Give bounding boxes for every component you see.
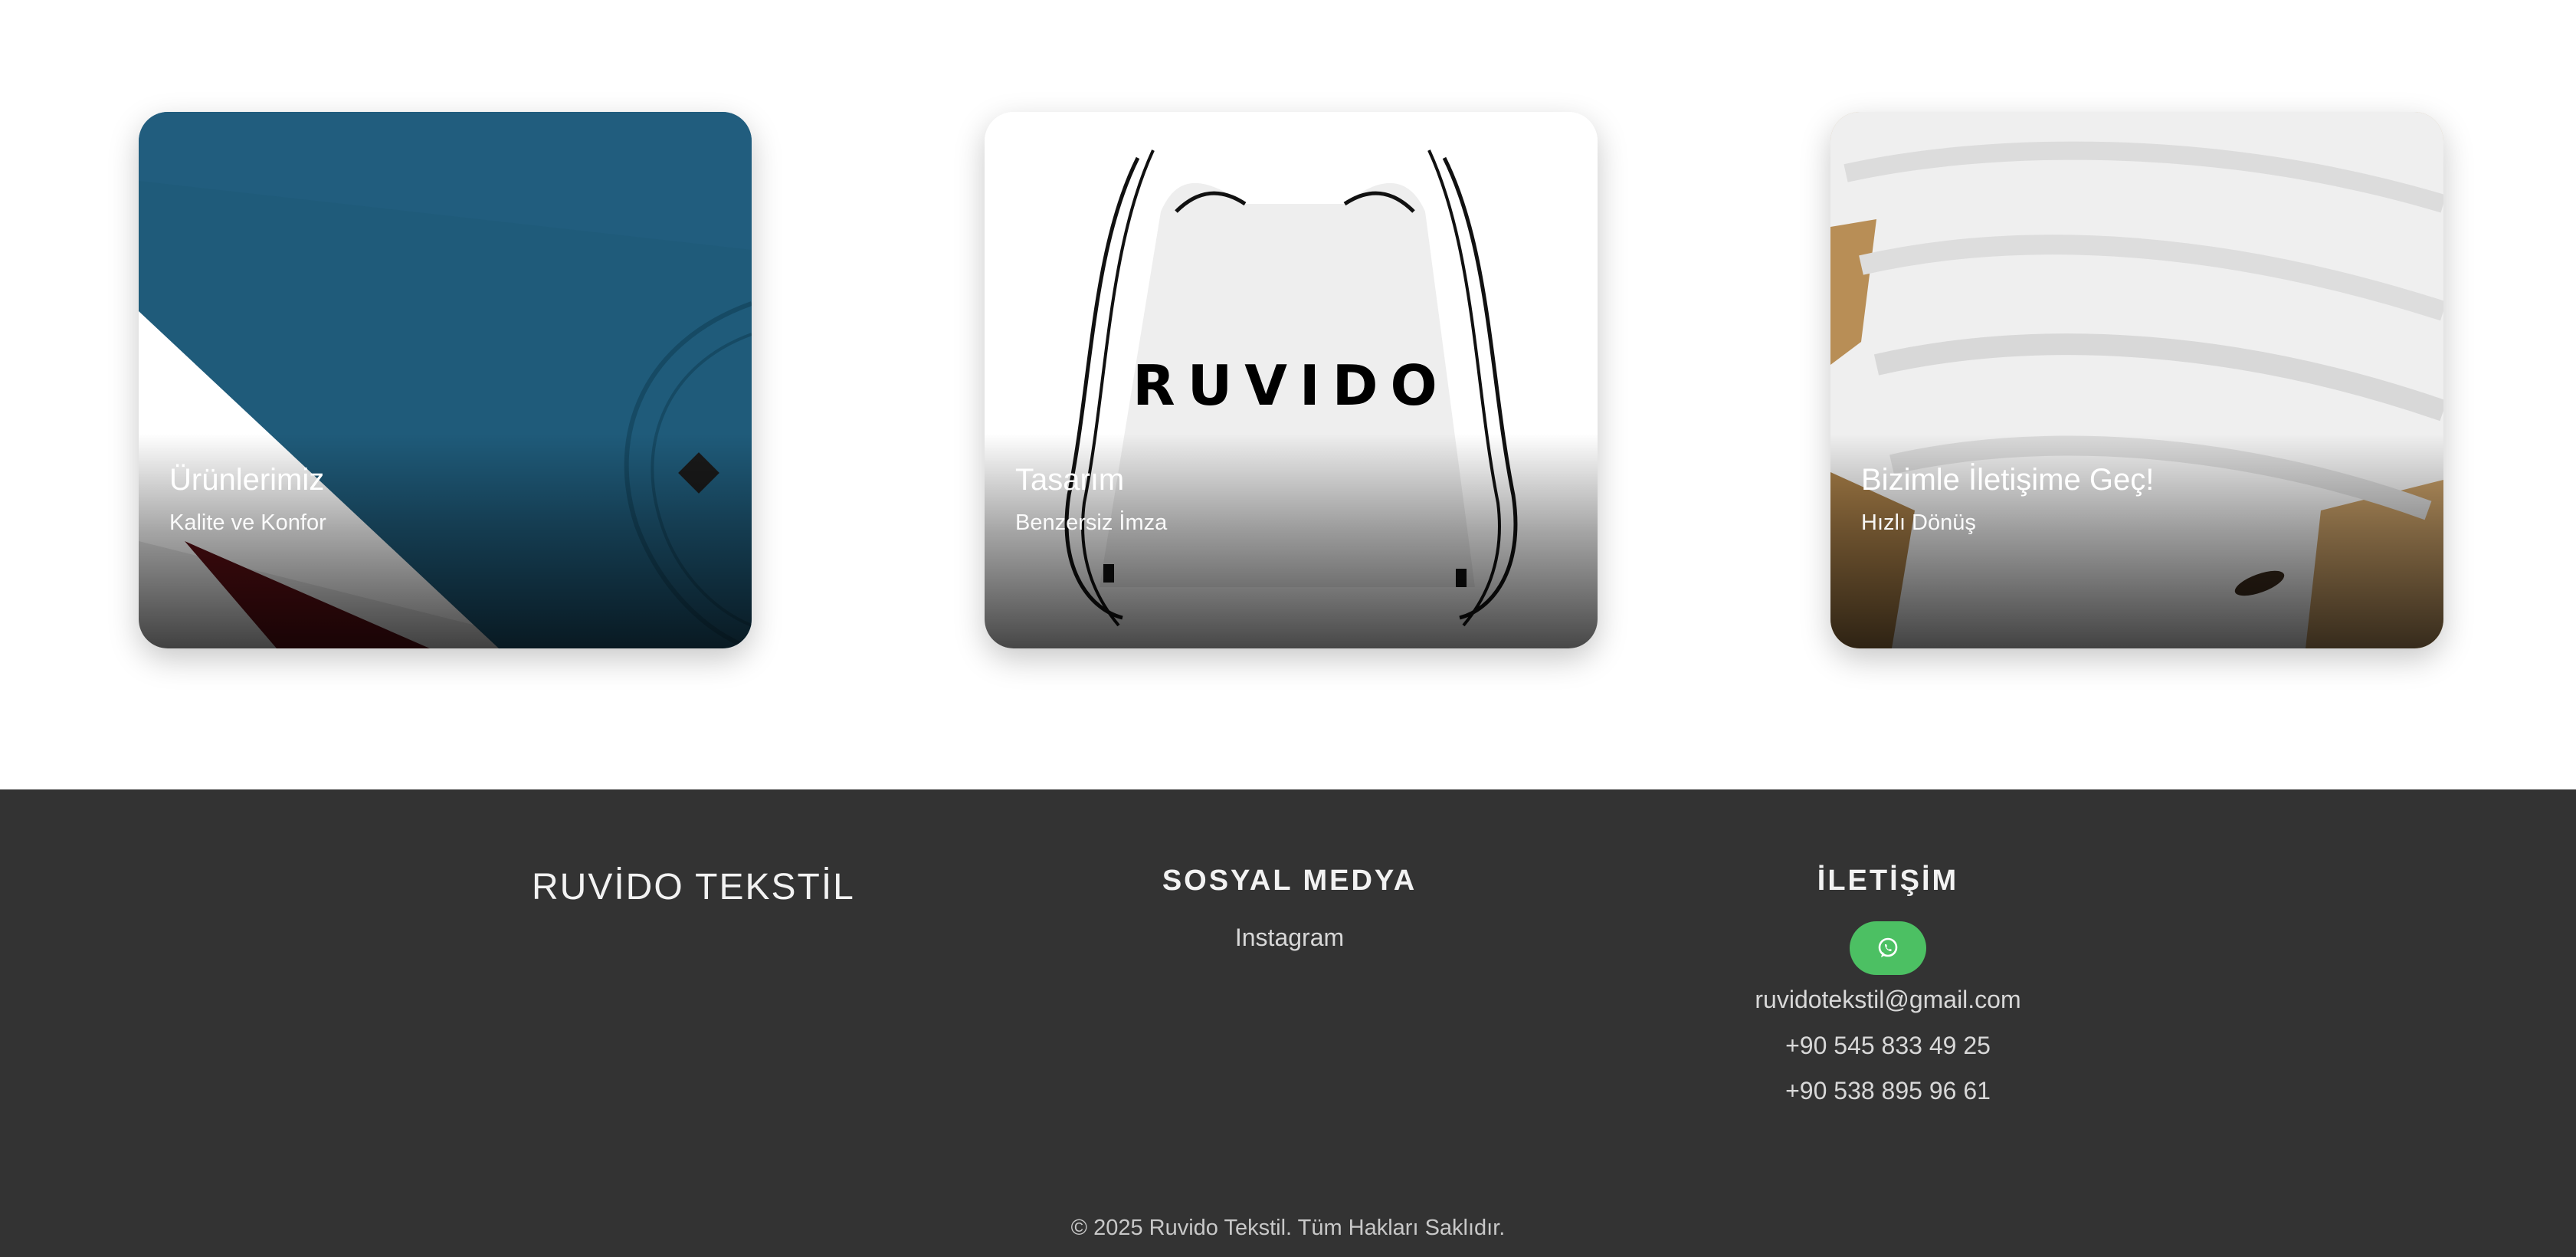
bag-print: RUVIDO — [1132, 353, 1449, 418]
whatsapp-button[interactable] — [1850, 921, 1926, 975]
social-heading: SOSYAL MEDYA — [1162, 865, 1417, 897]
contact-email[interactable]: ruvidotekstil@gmail.com — [1755, 986, 2020, 1014]
cards-section: Ürünlerimiz Kalite ve Konfor RUVIDO Tasa… — [0, 0, 2576, 789]
card-subtitle: Benzersiz İmza — [1015, 510, 1168, 535]
copyright-text: © 2025 Ruvido Tekstil. Tüm Hakları Saklı… — [1070, 1216, 1506, 1240]
contact-phone[interactable]: +90 538 895 96 61 — [1785, 1077, 1991, 1105]
card-subtitle: Hızlı Dönüş — [1861, 510, 1976, 535]
card-title: Ürünlerimiz — [169, 463, 325, 497]
footer-brand: RUVİDO TEKSTİL — [532, 867, 855, 907]
contact-phone[interactable]: +90 545 833 49 25 — [1785, 1032, 1991, 1060]
card-products[interactable]: Ürünlerimiz Kalite ve Konfor — [139, 112, 752, 648]
contact-heading: İLETİŞİM — [1817, 865, 1959, 897]
card-title: Bizimle İletişime Geç! — [1861, 463, 2155, 497]
card-subtitle: Kalite ve Konfor — [169, 510, 326, 535]
site-footer: RUVİDO TEKSTİL SOSYAL MEDYA Instagram İL… — [0, 789, 2576, 1257]
instagram-link[interactable]: Instagram — [1235, 924, 1344, 952]
card-design[interactable]: RUVIDO Tasarım Benzersiz İmza — [985, 112, 1598, 648]
whatsapp-icon — [1878, 937, 1898, 957]
card-contact[interactable]: Bizimle İletişime Geç! Hızlı Dönüş — [1830, 112, 2443, 648]
card-title: Tasarım — [1015, 463, 1125, 497]
